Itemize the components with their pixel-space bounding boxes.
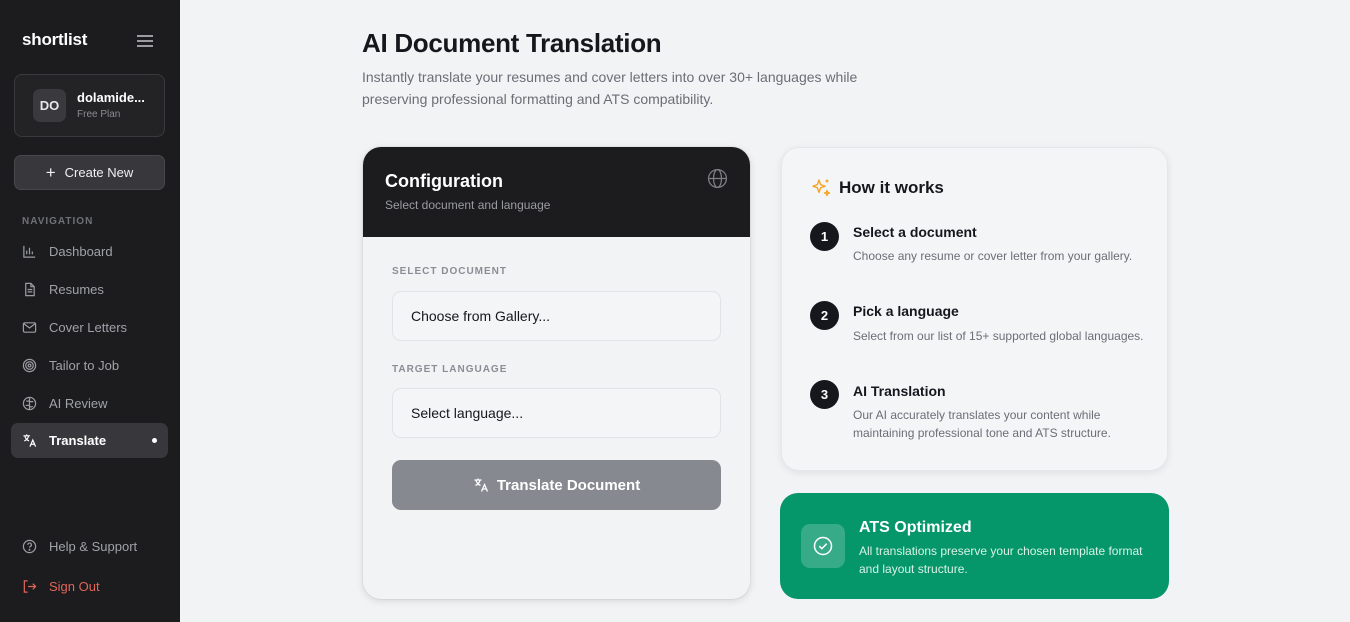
- configuration-title: Configuration: [385, 171, 503, 191]
- select-document-label: SELECT DOCUMENT: [392, 266, 507, 277]
- help-support-label: Help & Support: [49, 539, 138, 554]
- translate-icon: [474, 478, 488, 492]
- sidebar-item-label: Resumes: [49, 282, 104, 297]
- sidebar-item-label: Tailor to Job: [49, 358, 120, 373]
- step-description: Select from our list of 15+ supported gl…: [853, 329, 1144, 343]
- sidebar-item-tailor-to-job[interactable]: Tailor to Job: [11, 348, 168, 383]
- target-icon: [22, 358, 37, 373]
- step-title: AI Translation: [853, 383, 946, 399]
- globe-icon: [707, 168, 728, 189]
- user-profile-card[interactable]: DO dolamide... Free Plan: [14, 74, 165, 137]
- translate-icon: [23, 434, 37, 447]
- how-it-works-card: How it works 1 Select a document Choose …: [781, 147, 1168, 471]
- step-description: Choose any resume or cover letter from y…: [853, 249, 1133, 263]
- page-title: AI Document Translation: [362, 28, 662, 58]
- sign-out-button[interactable]: Sign Out: [11, 569, 168, 604]
- mail-icon: [22, 322, 37, 333]
- sidebar-item-label: AI Review: [49, 396, 108, 411]
- avatar: DO: [33, 89, 66, 122]
- step-description: Our AI accurately translates your conten…: [853, 408, 1111, 440]
- user-name: dolamide...: [77, 90, 145, 105]
- step-title: Select a document: [853, 224, 977, 240]
- plus-icon: +: [45, 163, 56, 182]
- sidebar-item-dashboard[interactable]: Dashboard: [11, 234, 168, 269]
- translate-document-button[interactable]: Translate Document: [392, 460, 721, 510]
- sidebar-item-label: Translate: [49, 433, 107, 448]
- sidebar: shortlist DO dolamide... Free Plan + Cre…: [0, 0, 180, 622]
- step-title: Pick a language: [853, 303, 959, 319]
- translate-button-label: Translate Document: [496, 476, 641, 494]
- configuration-header: Configuration Select document and langua…: [363, 147, 750, 237]
- app-logo[interactable]: shortlist: [22, 30, 87, 50]
- sidebar-item-label: Dashboard: [49, 244, 113, 259]
- sidebar-item-ai-review[interactable]: AI Review: [11, 386, 168, 421]
- sidebar-item-translate[interactable]: Translate: [11, 423, 168, 458]
- sidebar-item-resumes[interactable]: Resumes: [11, 272, 168, 307]
- ats-description: All translations preserve your chosen te…: [859, 544, 1143, 576]
- language-select[interactable]: Select language...: [392, 388, 721, 438]
- user-plan: Free Plan: [77, 109, 121, 120]
- menu-toggle-icon[interactable]: [137, 33, 153, 49]
- configuration-card: Configuration Select document and langua…: [363, 147, 750, 599]
- help-icon: [22, 539, 37, 554]
- step-number: 1: [810, 222, 839, 251]
- brain-icon: [22, 396, 37, 411]
- step-number: 3: [810, 380, 839, 409]
- sign-out-icon: [23, 580, 37, 593]
- create-new-button[interactable]: + Create New: [14, 155, 165, 190]
- sparkle-icon: [812, 179, 831, 197]
- step-number: 2: [810, 301, 839, 330]
- help-support-link[interactable]: Help & Support: [11, 529, 168, 564]
- sidebar-item-label: Cover Letters: [49, 320, 128, 335]
- create-new-label: Create New: [64, 165, 134, 180]
- configuration-subtitle: Select document and language: [385, 198, 551, 212]
- bar-chart-icon: [23, 245, 36, 258]
- ats-title: ATS Optimized: [859, 519, 972, 536]
- sign-out-label: Sign Out: [49, 579, 100, 594]
- how-it-works-title: How it works: [839, 178, 944, 197]
- document-select[interactable]: Choose from Gallery...: [392, 291, 721, 341]
- ats-optimized-card: ATS Optimized All translations preserve …: [780, 493, 1169, 599]
- target-language-label: TARGET LANGUAGE: [392, 364, 508, 375]
- active-indicator: [152, 438, 157, 443]
- sidebar-item-cover-letters[interactable]: Cover Letters: [11, 310, 168, 345]
- document-icon: [25, 282, 35, 297]
- page-description: Instantly translate your resumes and cov…: [362, 69, 858, 107]
- nav-heading: NAVIGATION: [22, 216, 94, 227]
- check-circle-icon: [801, 524, 845, 568]
